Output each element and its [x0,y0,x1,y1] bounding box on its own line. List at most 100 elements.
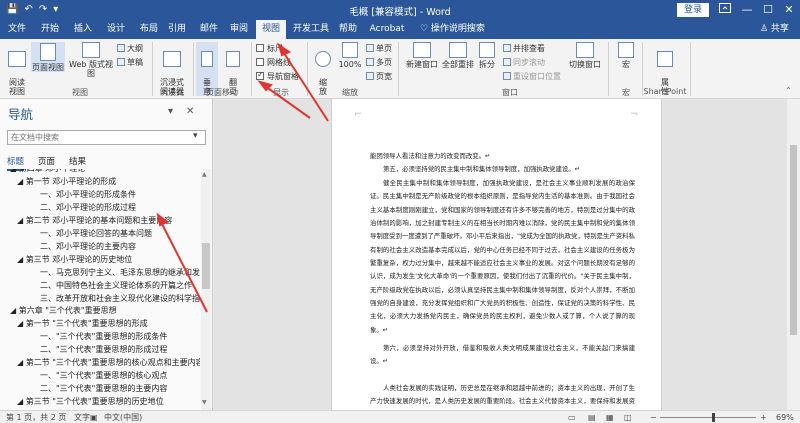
nav-heading[interactable]: ◢ 第三节 邓小平理论的历史地位 [17,254,132,265]
tab-mailings[interactable]: 邮件 [197,20,221,39]
sync-scroll-button[interactable]: 同步滚动 [503,58,545,68]
language-indicator[interactable]: 中文(中国) [104,412,142,423]
split-button[interactable]: 拆分 [476,42,498,69]
one-page-button[interactable]: 单页 [366,44,392,54]
nav-heading[interactable]: ◢ 第二节 "三个代表"重要思想的核心观点和主要内容 [17,357,200,368]
nav-heading[interactable]: ◢ 第一节 "三个代表"重要思想的形成 [17,318,148,329]
nav-subheading[interactable]: 三、改革开放和社会主义现代化建设的科学指南 [40,293,200,304]
doc-paragraph: 第五，必须坚持党的民主集中制和集体领导制度，加强执政党建设。↵ [383,165,581,173]
tab-developer[interactable]: 开发工具 [292,20,330,39]
group-label-show: 显示 [273,88,289,97]
tab-references[interactable]: 引用 [165,20,189,39]
nav-subheading[interactable]: 一、邓小平理论回答的基本问题 [40,228,152,239]
side-by-side-button[interactable]: 并排查看 [503,44,545,54]
collapse-ribbon-icon[interactable]: ⌃ [785,86,792,96]
tab-design[interactable]: 设计 [104,20,128,39]
nav-subheading[interactable]: 二、"三个代表"重要思想的形成过程 [40,344,167,355]
print-layout-button[interactable]: 页面视图 [31,42,65,72]
web-layout-status-icon[interactable]: ◫ [624,412,632,423]
tab-acrobat[interactable]: Acrobat [368,20,406,39]
focus-mode-icon[interactable]: ▭ [568,412,576,423]
nav-heading[interactable]: ◢ 第二节 邓小平理论的基本问题和主要内容 [17,215,172,226]
ruler-checkbox[interactable]: 标尺 [256,44,283,54]
gridlines-checkbox[interactable]: 网格线 [256,58,291,68]
nav-subheading[interactable]: 二、中国特色社会主义理论体系的开篇之作 [40,280,192,291]
nav-search-input[interactable] [7,130,206,145]
multiple-pages-icon [366,58,374,66]
page-count[interactable]: 第 1 页，共 2 页 [6,412,66,423]
document-scrollbar[interactable] [787,99,800,410]
zoom-100-button[interactable]: 100% [337,42,363,69]
nav-subheading[interactable]: 二、邓小平理论的形成过程 [40,202,136,213]
read-mode-button[interactable]: 阅读 视图 [4,42,30,96]
group-label-views: 视图 [72,88,88,97]
group-label-zoom: 缩放 [342,88,358,97]
word-count[interactable]: 文字 [74,412,90,423]
nav-subheading[interactable]: 一、"三个代表"重要思想的形成条件 [40,331,167,342]
ruler-check-icon [256,44,264,52]
nav-subheading[interactable]: 一、邓小平理论的形成条件 [40,189,136,200]
navigation-pane: 导航 ▾ ✕ ▾ 标题 页面 结果 ◢ 第四章 邓小平理论◢ 第一节 邓小平理论… [0,99,213,410]
tab-file[interactable]: 文件 [4,20,30,39]
ribbon-display-icon[interactable] [715,2,735,18]
login-button[interactable]: 登录 [677,3,709,17]
macros-icon [618,42,634,58]
tab-layout[interactable]: 布局 [137,20,161,39]
print-layout-status-icon[interactable]: ▦ [606,412,614,423]
nav-heading[interactable]: ◢ 第一节 邓小平理论的形成 [17,176,116,187]
zoom-slider[interactable] [660,417,756,418]
nav-subheading[interactable]: 二、邓小平理论的主要内容 [40,241,136,252]
nav-subheading[interactable]: 一、"三个代表"重要思想的核心观点 [40,370,167,381]
minimize-button[interactable]: — [737,2,757,18]
tell-me-search[interactable]: ♡ 操作说明搜索 [420,20,485,39]
draft-button[interactable]: 草稿 [117,58,143,68]
search-dropdown-icon[interactable]: ▾ [193,131,198,141]
tab-insert[interactable]: 插入 [71,20,95,39]
immersive-reader-icon [163,51,181,67]
group-divider [193,42,194,96]
scroll-up-icon[interactable]: ▲ [202,171,207,178]
nav-scrollbar[interactable] [201,169,211,410]
zoom-slider-thumb[interactable] [712,413,715,422]
read-mode-status-icon[interactable]: ▤ [588,412,596,423]
document-scroll-thumb[interactable] [790,145,797,335]
outline-button[interactable]: 大纲 [117,44,143,54]
side-to-side-icon [226,51,240,67]
multiple-pages-button[interactable]: 多页 [366,58,392,68]
nav-heading[interactable]: ◢ 第六章 "三个代表"重要思想 [10,305,117,316]
tab-review[interactable]: 审阅 [227,20,251,39]
nav-heading[interactable]: ◢ 第三节 "三个代表"重要思想的历史地位 [17,396,164,407]
nav-pane-checkbox[interactable]: 导航窗格 [256,70,299,82]
zoom-in-icon[interactable]: + [760,412,767,423]
nav-heading[interactable]: ◢ 第四章 邓小平理论 [10,169,85,174]
page-width-icon [366,72,374,80]
new-window-button[interactable]: 新建窗口 [402,42,442,69]
scroll-down-icon[interactable]: ▼ [202,399,207,406]
zoom-out-icon[interactable]: − [650,412,657,423]
nav-close-icon[interactable]: ✕ [186,106,194,117]
nav-scroll-thumb[interactable] [202,243,210,289]
tab-home[interactable]: 开始 [38,20,62,39]
tab-view[interactable]: 视图 [256,20,286,39]
reset-position-icon [503,72,511,80]
close-button[interactable]: ✕ [779,2,799,18]
vertical-icon [201,51,213,67]
web-layout-button[interactable]: Web 版式视图 [66,42,116,78]
proofing-icon[interactable]: ▣ [90,412,98,423]
status-bar: 第 1 页，共 2 页 文字 ▣ 中文(中国) ▭ ▤ ▦ ◫ − + 69% [0,410,800,423]
nav-subheading[interactable]: 一、马克思列宁主义、毛泽东思想的继承和发展 [40,267,200,278]
zoom-percent[interactable]: 69% [776,412,794,423]
switch-windows-button[interactable]: 切换窗口 [566,42,604,69]
nav-subheading[interactable]: 二、"三个代表"重要思想的主要内容 [40,383,167,394]
nav-options-icon[interactable]: ▾ [168,106,173,117]
macros-button[interactable]: 宏 [614,42,638,69]
tab-help[interactable]: 帮助 [336,20,360,39]
group-divider [690,42,691,96]
page-width-button[interactable]: 页宽 [366,72,392,82]
document-page[interactable]: ⌐ ¬ 能团领导人看法和注意力的改变而改变。↵ 第五，必须坚持党的民主集中制和集… [331,99,662,410]
maximize-button[interactable]: ☐ [758,2,778,18]
share-button[interactable]: ♙ 共享 [760,20,789,39]
title-bar: 💾 ↶ ↷ ▾ 毛概 [兼容模式] - Word 登录 — ☐ ✕ [0,0,800,20]
reset-position-button[interactable]: 重设窗口位置 [503,72,561,82]
arrange-all-button[interactable]: 全部重排 [440,42,476,69]
